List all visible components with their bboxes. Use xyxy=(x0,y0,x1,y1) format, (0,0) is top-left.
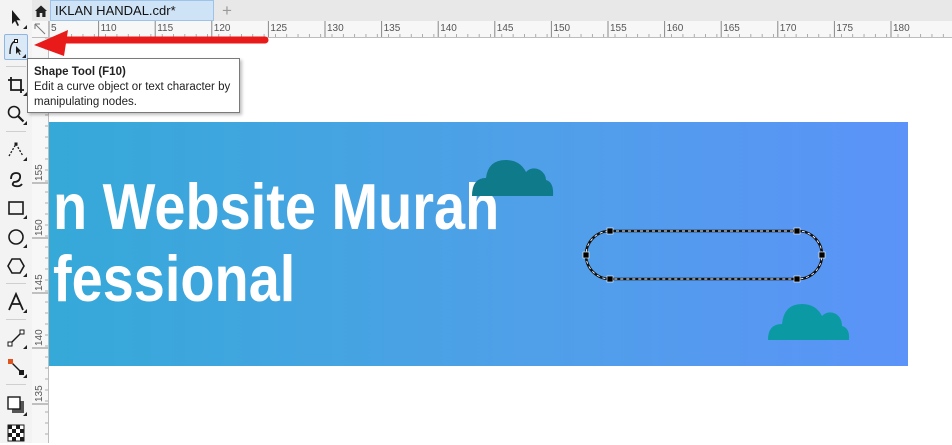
ruler-label: 145 xyxy=(497,23,514,34)
ruler-origin[interactable] xyxy=(32,21,49,38)
polygon-tool-icon[interactable] xyxy=(4,254,28,278)
text-tool-icon[interactable] xyxy=(4,290,28,314)
tool-tooltip: Shape Tool (F10) Edit a curve object or … xyxy=(27,58,240,113)
document-tab[interactable]: IKLAN HANDAL.cdr* xyxy=(50,0,214,21)
ruler-label: 135 xyxy=(34,385,45,402)
cloud-shape-dark[interactable] xyxy=(470,156,554,196)
separator xyxy=(6,384,26,385)
ruler-label: 115 xyxy=(157,23,173,34)
ruler-label: 165 xyxy=(723,23,740,34)
headline-line-1[interactable]: n Website Murah xyxy=(53,172,499,242)
ruler-label: 110 xyxy=(101,23,117,34)
add-tab-button[interactable]: + xyxy=(218,2,236,19)
ruler-label: 175 xyxy=(836,23,853,34)
node-handle[interactable] xyxy=(818,251,826,259)
drop-shadow-icon[interactable] xyxy=(4,393,28,417)
ruler-label: 120 xyxy=(214,23,231,34)
ruler-label: 5 xyxy=(51,23,57,34)
cloud-shape-teal[interactable] xyxy=(766,300,850,340)
connector-tool-icon[interactable] xyxy=(4,326,28,350)
tooltip-text-line-1: Edit a curve object or text character by xyxy=(34,81,231,93)
transparency-icon[interactable] xyxy=(4,421,28,445)
ruler-label: 155 xyxy=(610,23,627,34)
ruler-label: 150 xyxy=(34,219,45,236)
separator xyxy=(6,319,26,320)
ruler-label: 140 xyxy=(34,329,45,346)
tooltip-text-line-2: manipulating nodes. xyxy=(34,96,137,108)
node-handle[interactable] xyxy=(606,227,614,235)
ruler-label: 160 xyxy=(667,23,684,34)
freehand-tool-icon[interactable] xyxy=(4,138,28,162)
document-tab-strip: IKLAN HANDAL.cdr* + xyxy=(32,0,952,21)
node-handle[interactable] xyxy=(582,251,590,259)
headline-line-2[interactable]: fessional xyxy=(53,244,295,314)
ruler-label: 125 xyxy=(270,23,287,34)
tooltip-title: Shape Tool (F10) xyxy=(34,66,126,78)
ruler-label: 135 xyxy=(384,23,401,34)
separator xyxy=(6,66,26,67)
ruler-label: 155 xyxy=(34,164,45,181)
rectangle-tool-icon[interactable] xyxy=(4,196,28,220)
pick-tool-icon[interactable] xyxy=(4,6,28,30)
ruler-label: 145 xyxy=(34,274,45,291)
interactive-fill-icon[interactable] xyxy=(4,355,28,379)
node-handle[interactable] xyxy=(793,275,801,283)
home-icon[interactable] xyxy=(32,0,50,21)
separator xyxy=(6,131,26,132)
ruler-label: 150 xyxy=(553,23,570,34)
crop-tool-icon[interactable] xyxy=(4,73,28,97)
zoom-tool-icon[interactable] xyxy=(4,102,28,126)
artistic-media-icon[interactable] xyxy=(4,167,28,191)
ruler-label: 140 xyxy=(440,23,457,34)
separator xyxy=(6,283,26,284)
node-handle[interactable] xyxy=(793,227,801,235)
ruler-label: 130 xyxy=(327,23,344,34)
shape-tool-icon[interactable] xyxy=(4,34,28,60)
node-handle[interactable] xyxy=(606,275,614,283)
ruler-label: 170 xyxy=(780,23,797,34)
horizontal-ruler[interactable]: 5 110 115 120 125 130 135 140 145 150 155 160 165 170… xyxy=(49,21,952,38)
ruler-label: 180 xyxy=(893,23,910,34)
selected-rounded-rectangle[interactable] xyxy=(582,225,827,285)
ellipse-tool-icon[interactable] xyxy=(4,225,28,249)
